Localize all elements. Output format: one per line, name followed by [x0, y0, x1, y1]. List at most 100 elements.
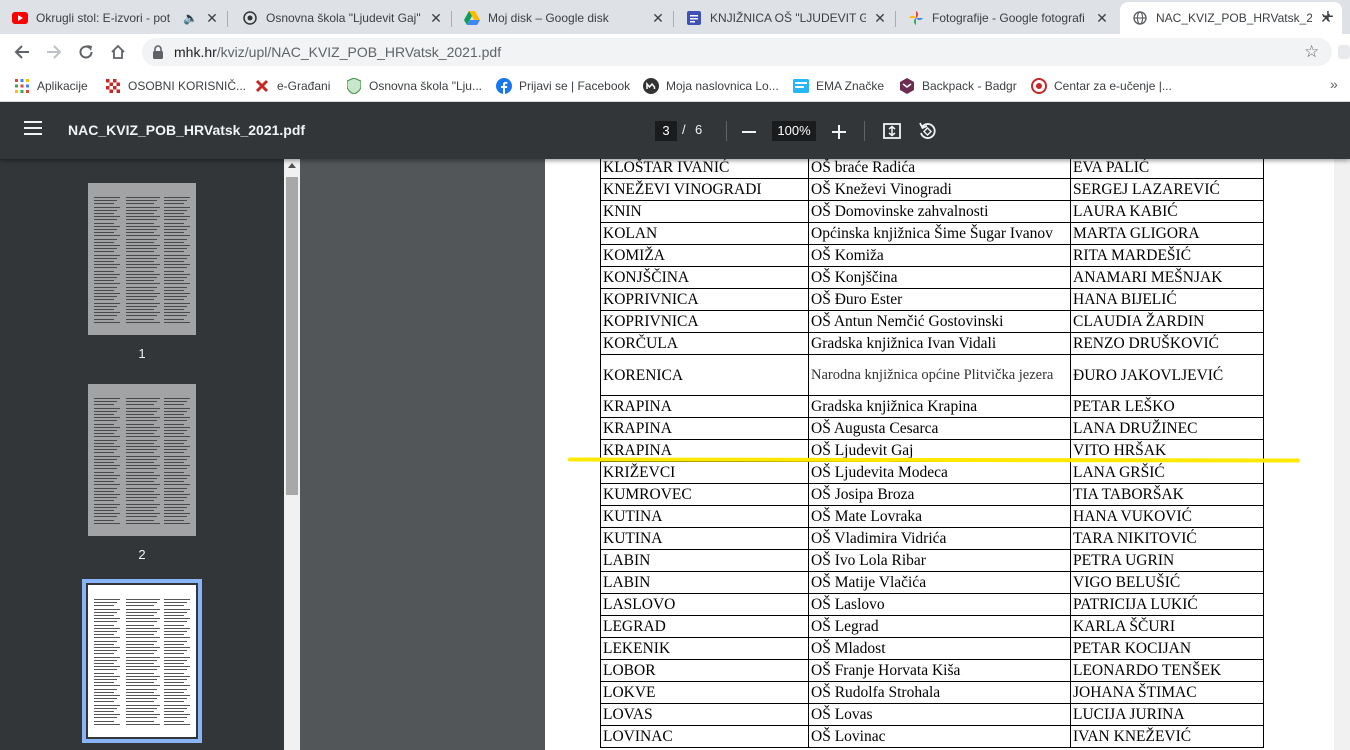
thumbnail-text-line [126, 248, 157, 250]
thumbnail-text-line [94, 704, 120, 706]
bookmark-osobni[interactable]: OSOBNI KORISNIČ... [105, 76, 246, 96]
thumbnail-text-line [94, 254, 120, 256]
thumbnail-text-line [126, 624, 154, 626]
thumbnail-text-line [126, 267, 157, 269]
thumbnail-text-line [164, 458, 187, 460]
scroll-up-arrow-icon[interactable] [288, 163, 296, 168]
toolbar-divider [864, 121, 865, 141]
thumbnail-text-line [94, 398, 120, 399]
thumbnail-text-line [126, 647, 160, 648]
thumbnail-text-line [126, 433, 154, 435]
thumbnail-text-line [94, 663, 114, 664]
thumbnail-text-line [94, 232, 114, 234]
back-button[interactable] [10, 40, 34, 64]
bookmark-label: Osnovna škola "Lju... [369, 79, 482, 93]
bookmark-badgr[interactable]: Backpack - Badgr [899, 76, 1017, 96]
thumbnail-text-line [126, 305, 157, 307]
thumbnail-text-line [126, 698, 157, 700]
page-thumbnail-1[interactable] [88, 183, 196, 335]
tab-close-icon[interactable]: ✕ [872, 10, 888, 26]
bookmark-loomen[interactable]: Moja naslovnica Lo... [643, 76, 779, 96]
town-cell: KONJŠČINA [600, 266, 809, 289]
school-cell: Narodna knjižnica općine Plitvička jezer… [808, 354, 1071, 396]
address-bar[interactable]: mhk.hr/kviz/upl/NAC_KVIZ_POB_HRVatsk_202… [142, 38, 1332, 66]
thumbnail-text-line [94, 264, 120, 266]
tab-close-icon[interactable]: ✕ [428, 10, 444, 26]
reload-button[interactable] [74, 40, 98, 64]
thumbnail-text-line [94, 200, 117, 202]
bookmark-facebook[interactable]: Prijavi se | Facebook [496, 76, 630, 96]
url-text[interactable]: mhk.hr/kviz/upl/NAC_KVIZ_POB_HRVatsk_202… [174, 44, 501, 60]
extension-icon[interactable] [1338, 45, 1350, 59]
bookmark-apps[interactable]: Aplikacije [14, 76, 88, 96]
thumbnail-text-line [94, 506, 117, 508]
thumbnail-text-line [94, 643, 114, 645]
student-cell: LANA DRUŽINEC [1070, 417, 1264, 440]
bookmarks-overflow-button[interactable]: » [1330, 76, 1338, 92]
bookmark-label: EMA Značke [816, 79, 885, 93]
home-button[interactable] [106, 40, 130, 64]
tab-forms[interactable]: KNJIŽNICA OŠ "LJUDEVIT GAJ ✕ [674, 2, 896, 34]
thumbnail-text-line [126, 468, 157, 470]
tab-drive[interactable]: Moj disk – Google disk ✕ [452, 2, 674, 34]
thumbnail-text-line [126, 631, 157, 632]
new-tab-button[interactable]: + [1318, 7, 1338, 28]
tab-photos[interactable]: Fotografije - Google fotografi ✕ [896, 2, 1118, 34]
pdf-toolbar: NAC_KVIZ_POB_HRVatsk_2021.pdf 3 / 6 100% [0, 103, 1350, 159]
tab-pdf-active[interactable]: NAC_KVIZ_POB_HRVatsk_202 ✕ [1120, 2, 1342, 34]
town-cell: LEKENIK [600, 637, 809, 660]
thumbnail-text-line [126, 407, 160, 409]
pdf-viewer[interactable]: KLOŠTAR IVANIĆ OŠ braće Radića EVA PALIĆ KN… [300, 159, 1350, 750]
thumbnail-text-line [94, 516, 117, 518]
forward-button[interactable] [42, 40, 66, 64]
rotate-button[interactable] [918, 122, 936, 145]
bookmark-star-icon[interactable]: ☆ [1304, 43, 1319, 61]
thumbnail-text-line [94, 216, 120, 218]
thumbnail-text-line [164, 468, 187, 470]
thumbnail-text-line [164, 277, 187, 278]
lock-icon[interactable] [152, 45, 164, 64]
page-thumbnail-3[interactable] [82, 579, 202, 743]
thumbnail-text-line [126, 315, 157, 317]
thumbnail-text-line [126, 634, 154, 636]
thumbnail-text-line [94, 245, 120, 246]
thumbnail-text-line [126, 503, 160, 505]
bookmark-school[interactable]: Osnovna škola "Lju... [346, 76, 482, 96]
table-row: KOMIŽA OŠ Komiža RITA MARDEŠIĆ [600, 244, 1264, 267]
menu-icon[interactable] [24, 121, 42, 140]
thumbnail-text-line [164, 663, 184, 664]
zoom-in-button[interactable] [832, 125, 846, 144]
table-row: KRAPINA Gradska knjižnica Krapina PETAR LE… [600, 395, 1264, 418]
speaker-icon[interactable]: 🔈 [183, 11, 198, 25]
student-cell: PATRICIJA LUKIĆ [1070, 593, 1264, 616]
tab-youtube[interactable]: Okrugli stol: E-izvori - pot 🔈 ✕ [0, 2, 228, 34]
bookmark-centar[interactable]: Centar za e-učenje |... [1031, 76, 1172, 96]
thumbnail-text-line [164, 245, 190, 246]
bookmark-ema[interactable]: EMA Značke [793, 76, 884, 96]
thumbnail-text-line [126, 280, 154, 282]
tab-close-icon[interactable]: ✕ [650, 10, 666, 26]
zoom-level-input[interactable]: 100% [772, 121, 816, 141]
thumbnail-text-line [94, 659, 117, 661]
thumbnail-text-line [94, 455, 120, 457]
school-cell: OŠ Konjščina [808, 266, 1071, 289]
page-scrollbar[interactable] [1334, 159, 1350, 750]
sidebar-scrollbar[interactable] [284, 159, 300, 750]
thumbnail-text-line [164, 478, 187, 479]
thumbnail-text-line [94, 449, 117, 451]
zoom-out-button[interactable] [742, 131, 756, 133]
tab-school[interactable]: Osnovna škola "Ljudevit Gaj" ✕ [230, 2, 452, 34]
thumbnail-text-line [164, 605, 184, 607]
thumbnail-text-line [126, 484, 160, 486]
thumbnail-text-line [126, 251, 154, 253]
thumbnail-text-line [126, 299, 154, 301]
thumbnail-text-line [126, 682, 154, 684]
fit-to-page-button[interactable] [883, 122, 901, 145]
tab-close-icon[interactable]: ✕ [204, 10, 220, 26]
google-drive-icon [464, 10, 480, 26]
bookmark-egradjani[interactable]: e-Građani [254, 76, 330, 96]
tab-close-icon[interactable]: ✕ [1094, 10, 1110, 26]
page-number-input[interactable]: 3 [655, 121, 677, 141]
page-thumbnail-2[interactable] [88, 384, 196, 536]
scrollbar-thumb[interactable] [286, 177, 298, 495]
